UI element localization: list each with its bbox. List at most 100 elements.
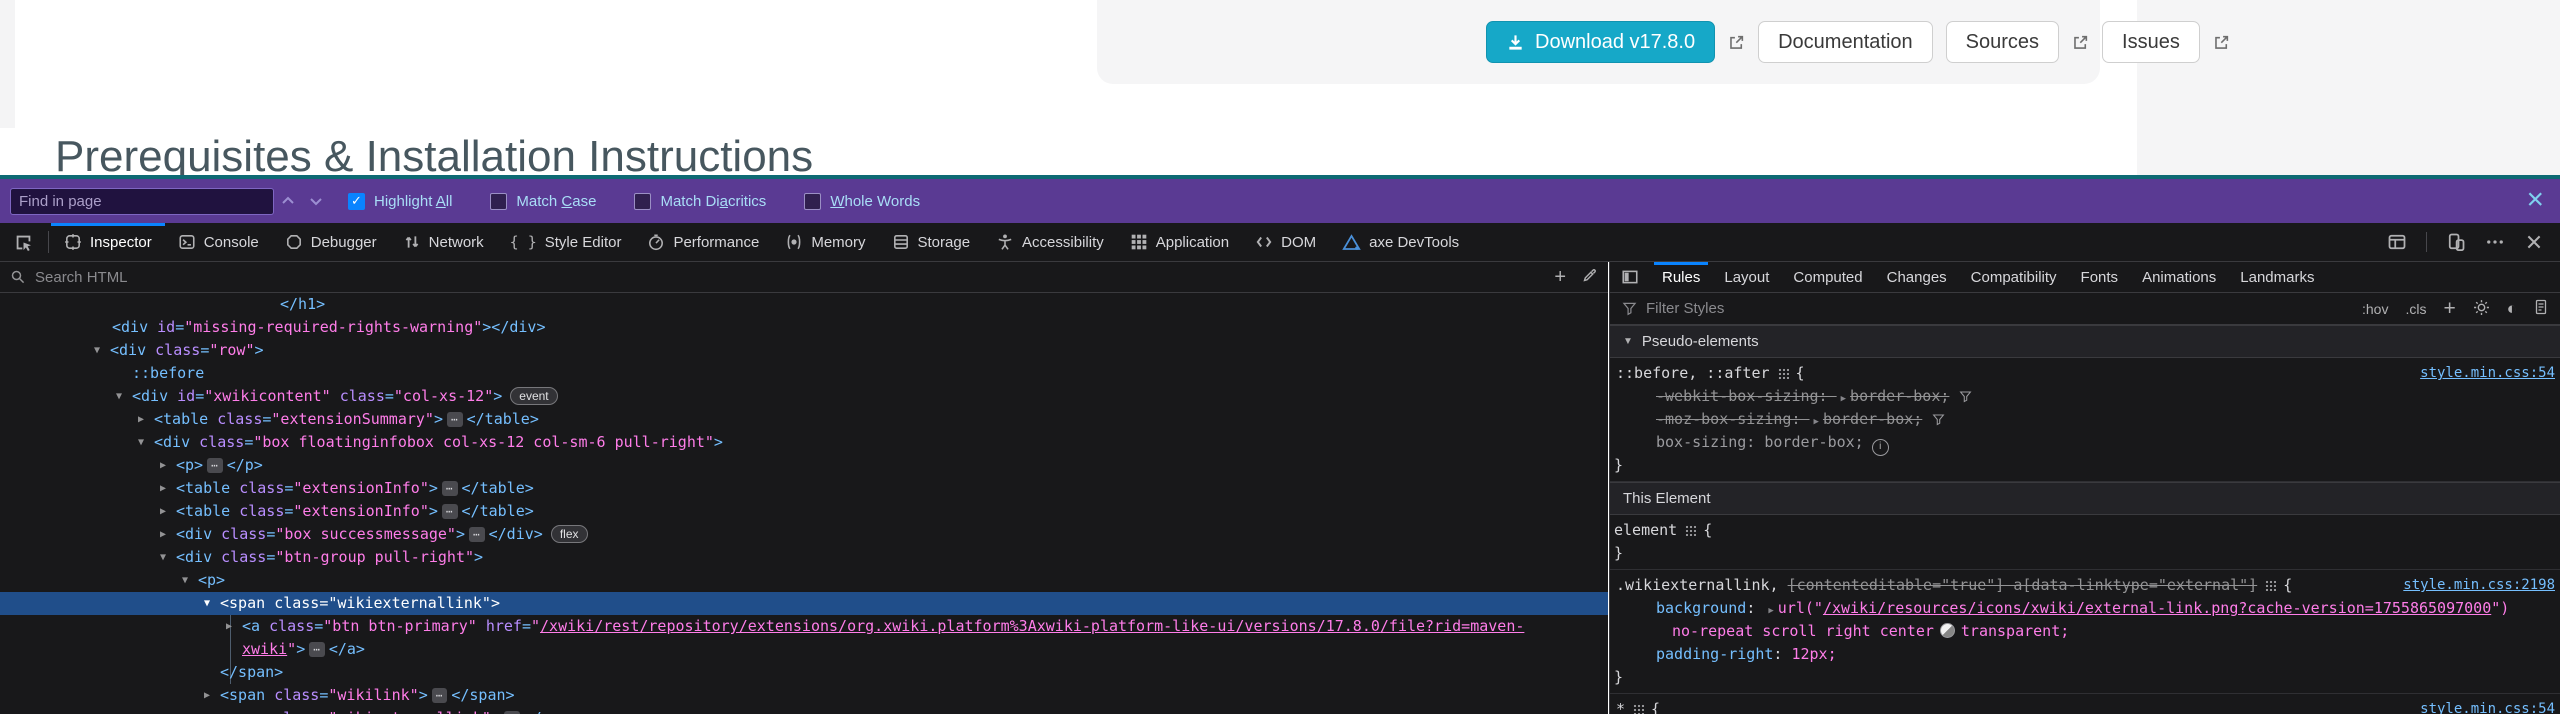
stylesheet-link[interactable]: style.min.css:2198 <box>2403 574 2555 597</box>
sidebar-tab-landmarks[interactable]: Landmarks <box>2228 262 2326 292</box>
markup-row[interactable]: ▶<p>⋯</p> <box>0 454 1608 477</box>
dock-side-icon[interactable] <box>2387 232 2407 252</box>
pick-element-icon[interactable] <box>0 223 46 261</box>
inline-ellipsis[interactable]: ⋯ <box>207 458 223 473</box>
markup-row[interactable]: ▼<div class="box floatinginfobox col-xs-… <box>0 431 1608 454</box>
css-rule-row[interactable]: element{ <box>1610 519 2560 542</box>
inline-ellipsis[interactable]: ⋯ <box>442 481 458 496</box>
find-toggle-c1[interactable]: Match Case <box>490 193 596 210</box>
markup-row[interactable]: ▶<span class="wikiexternallink">⋯</span> <box>0 707 1608 714</box>
tab-debugger[interactable]: Debugger <box>272 223 390 261</box>
expand-arrow-icon[interactable]: ▶ <box>160 500 166 523</box>
markup-row[interactable]: xwiki">⋯</a> <box>0 638 1608 661</box>
markup-row[interactable]: </h1> <box>0 293 1608 316</box>
color-scheme-icon[interactable]: ◐ <box>2507 299 2517 319</box>
css-rule-row[interactable]: box-sizing: border-box;i <box>1610 431 2560 454</box>
documentation-button[interactable]: Documentation <box>1758 21 1933 63</box>
checkbox-unchecked[interactable] <box>634 193 651 210</box>
event-badge[interactable]: event <box>510 387 557 405</box>
collapse-arrow-icon[interactable]: ▼ <box>138 431 144 454</box>
find-next-button[interactable] <box>302 187 330 215</box>
sources-button[interactable]: Sources <box>1946 21 2059 63</box>
markup-row[interactable]: ▶<table class="extensionInfo">⋯</table> <box>0 477 1608 500</box>
collapse-arrow-icon[interactable]: ▼ <box>204 592 210 615</box>
tab-axe-devtools[interactable]: axe DevTools <box>1329 223 1472 261</box>
flex-badge[interactable]: flex <box>551 525 588 543</box>
add-rule-icon[interactable]: + <box>2443 302 2455 316</box>
markup-row[interactable]: </span> <box>0 661 1608 684</box>
highlight-selector-icon[interactable] <box>1778 368 1789 379</box>
markup-row[interactable]: ▶<span class="wikilink">⋯</span> <box>0 684 1608 707</box>
highlight-selector-icon[interactable] <box>2265 580 2276 591</box>
css-rule-row[interactable]: background: ▶url("/xwiki/resources/icons… <box>1610 597 2560 620</box>
overridden-filter-icon[interactable] <box>1959 387 1972 410</box>
expand-arrow-icon[interactable]: ▶ <box>204 684 210 707</box>
sidebar-tab-computed[interactable]: Computed <box>1781 262 1874 292</box>
markup-row[interactable]: ::before <box>0 362 1608 385</box>
css-rule-row[interactable]: } <box>1610 454 2560 477</box>
collapse-arrow-icon[interactable]: ▼ <box>116 385 122 408</box>
collapse-arrow-icon[interactable]: ▼ <box>182 569 188 592</box>
css-rule-row[interactable]: -webkit-box-sizing: ▶border-box; <box>1610 385 2560 408</box>
eyedropper-icon[interactable] <box>1582 267 1598 287</box>
expand-arrow-icon[interactable]: ▶ <box>226 615 232 638</box>
tab-application[interactable]: Application <box>1117 223 1242 261</box>
tab-accessibility[interactable]: Accessibility <box>983 223 1117 261</box>
tab-memory[interactable]: Memory <box>772 223 878 261</box>
expand-value-icon[interactable]: ▶ <box>1768 606 1773 616</box>
highlight-selector-icon[interactable] <box>1633 704 1644 714</box>
css-rule-row[interactable]: no-repeat scroll right centertransparent… <box>1610 620 2560 643</box>
markup-row[interactable]: ▶<div class="box successmessage">⋯</div>… <box>0 523 1608 546</box>
markup-row[interactable]: ▼<div class="row"> <box>0 339 1608 362</box>
overridden-filter-icon[interactable] <box>1932 410 1945 433</box>
expand-arrow-icon[interactable]: ▶ <box>138 408 144 431</box>
inline-ellipsis[interactable]: ⋯ <box>309 642 325 657</box>
responsive-mode-icon[interactable] <box>2446 232 2466 252</box>
rules-section-header[interactable]: This Element <box>1610 482 2560 515</box>
find-toggle-a0[interactable]: ✓Highlight All <box>348 193 452 210</box>
tab-storage[interactable]: Storage <box>879 223 984 261</box>
css-rule-row[interactable]: } <box>1610 542 2560 565</box>
more-icon[interactable] <box>2485 232 2505 252</box>
highlight-selector-icon[interactable] <box>1685 525 1696 536</box>
css-rule-row[interactable]: -moz-box-sizing: ▶border-box; <box>1610 408 2560 431</box>
find-input[interactable] <box>10 188 274 215</box>
markup-row[interactable]: <div id="missing-required-rights-warning… <box>0 316 1608 339</box>
close-icon[interactable]: × <box>2526 183 2544 217</box>
sidebar-tab-fonts[interactable]: Fonts <box>2069 262 2131 292</box>
filter-styles-placeholder[interactable]: Filter Styles <box>1646 300 1724 317</box>
markup-row[interactable]: ▶<a class="btn btn-primary" href="/xwiki… <box>0 615 1608 638</box>
expand-arrow-icon[interactable]: ▶ <box>160 477 166 500</box>
sidebar-tab-compatibility[interactable]: Compatibility <box>1959 262 2069 292</box>
markup-row[interactable]: ▶<table class="extensionInfo">⋯</table> <box>0 500 1608 523</box>
light-theme-icon[interactable] <box>2473 299 2490 319</box>
download-button[interactable]: Download v17.8.0 <box>1486 21 1715 63</box>
markup-row-selected[interactable]: ▼<span class="wikiexternallink"> <box>0 592 1608 615</box>
expand-arrow-icon[interactable]: ▶ <box>160 523 166 546</box>
issues-button[interactable]: Issues <box>2102 21 2200 63</box>
color-swatch[interactable] <box>1940 623 1955 638</box>
collapse-arrow-icon[interactable]: ▼ <box>160 546 166 569</box>
css-rule-row[interactable]: .wikiexternallink, [contenteditable="tru… <box>1610 574 2560 597</box>
sidebar-tab-layout[interactable]: Layout <box>1712 262 1781 292</box>
tab-network[interactable]: Network <box>390 223 497 261</box>
print-simulation-icon[interactable] <box>2534 299 2548 318</box>
stylesheet-link[interactable]: style.min.css:54 <box>2420 698 2555 714</box>
collapse-arrow-icon[interactable]: ▼ <box>1623 336 1633 347</box>
class-toggle[interactable]: .cls <box>2405 301 2426 317</box>
checkbox-unchecked[interactable] <box>490 193 507 210</box>
three-pane-toggle-icon[interactable] <box>1610 262 1650 292</box>
find-toggle-a2[interactable]: Match Diacritics <box>634 193 766 210</box>
inline-ellipsis[interactable]: ⋯ <box>442 504 458 519</box>
pseudo-class-toggle[interactable]: :hov <box>2362 301 2388 317</box>
find-previous-button[interactable] <box>274 187 302 215</box>
expand-arrow-icon[interactable]: ▶ <box>160 454 166 477</box>
inline-ellipsis[interactable]: ⋯ <box>447 412 463 427</box>
tab-style-editor[interactable]: { }Style Editor <box>497 223 635 261</box>
tab-performance[interactable]: Performance <box>634 223 772 261</box>
rules-section-header[interactable]: ▼Pseudo-elements <box>1610 325 2560 358</box>
tab-inspector[interactable]: Inspector <box>51 223 165 261</box>
tab-console[interactable]: Console <box>165 223 272 261</box>
css-rule-row[interactable]: } <box>1610 666 2560 689</box>
markup-row[interactable]: ▶<table class="extensionSummary">⋯</tabl… <box>0 408 1608 431</box>
